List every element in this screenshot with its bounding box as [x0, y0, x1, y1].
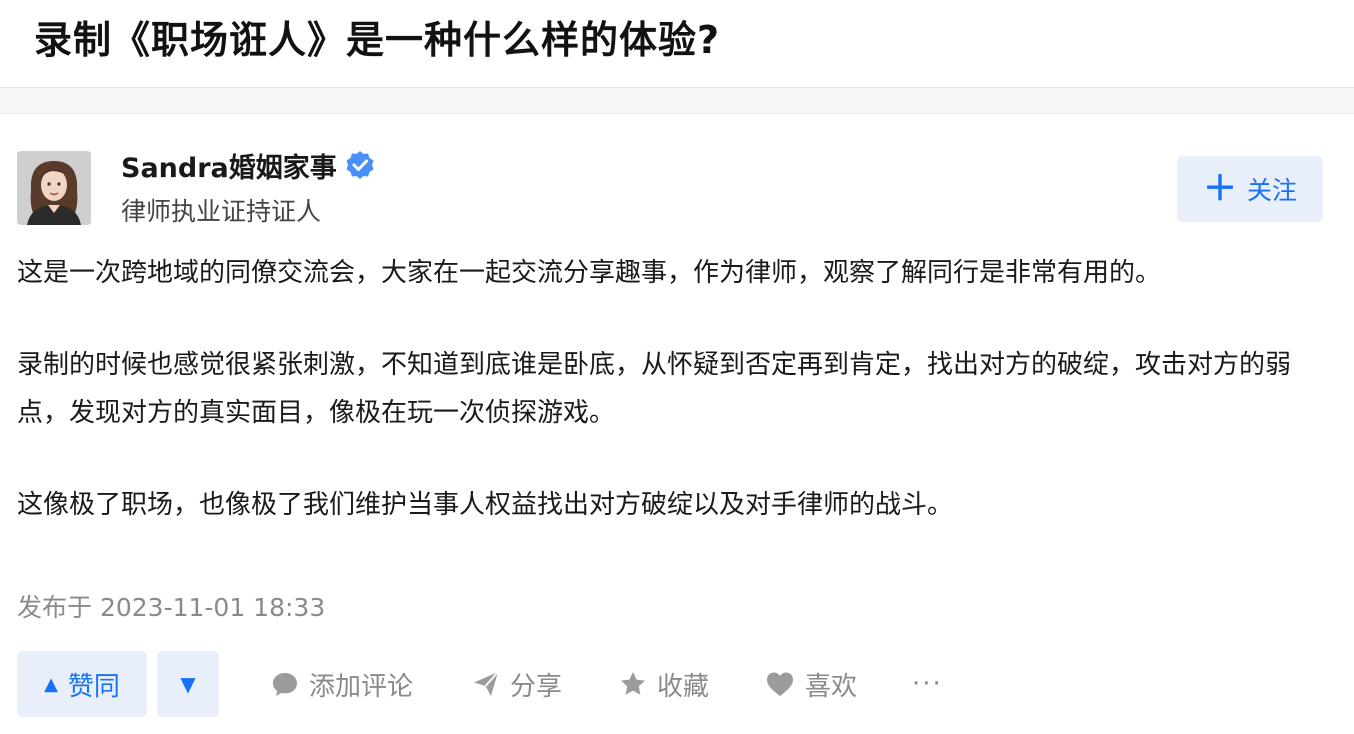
publish-time[interactable]: 发布于 2023-11-01 18:33: [17, 588, 325, 624]
comment-label: 添加评论: [309, 671, 414, 702]
follow-button[interactable]: ＋ 关注: [1177, 156, 1323, 222]
plus-icon: ＋: [1202, 169, 1237, 209]
comment-bubble-icon: [273, 673, 297, 696]
more-dots-icon[interactable]: ···: [912, 651, 943, 717]
verified-badge-icon: [345, 150, 375, 180]
answer-card: Sandra婚姻家事 律师执业证持证人 ＋ 关注 这是一次跨地域的同僚交流会，大…: [0, 113, 1354, 734]
triangle-up-icon: ▲: [44, 673, 58, 695]
answer-paragraph: 录制的时候也感觉很紧张刺激，不知道到底谁是卧底，从怀疑到否定再到肯定，找出对方的…: [17, 350, 1292, 428]
like-label: 喜欢: [805, 671, 858, 702]
vote-up-button[interactable]: ▲ 赞同: [17, 651, 147, 717]
heart-icon: [767, 672, 793, 696]
paper-plane-icon: [474, 671, 499, 696]
author-info: Sandra婚姻家事: [121, 146, 375, 185]
answer-paragraph: 这像极了职场，也像极了我们维护当事人权益找出对方破绽以及对手律师的战斗。: [17, 490, 954, 520]
author-headline: 律师执业证持证人: [121, 197, 322, 226]
author-name[interactable]: Sandra婚姻家事: [121, 146, 337, 185]
author-avatar[interactable]: [17, 151, 91, 225]
answer-paragraph: 这是一次跨地域的同僚交流会，大家在一起交流分享趣事，作为律师，观察了解同行是非常…: [17, 258, 1162, 288]
vote-up-label: 赞同: [67, 671, 120, 702]
star-icon: [621, 672, 645, 695]
share-button[interactable]: 分享: [472, 651, 562, 717]
vote-down-button[interactable]: ▼: [157, 651, 219, 717]
like-button[interactable]: 喜欢: [765, 651, 857, 717]
comment-button[interactable]: 添加评论: [271, 651, 413, 717]
answer-content: 这是一次跨地域的同僚交流会，大家在一起交流分享趣事，作为律师，观察了解同行是非常…: [17, 249, 1322, 529]
question-title[interactable]: 录制《职场诳人》是一种什么样的体验?: [34, 14, 720, 66]
share-label: 分享: [510, 671, 563, 702]
question-header: 录制《职场诳人》是一种什么样的体验?: [0, 0, 1354, 88]
collect-button[interactable]: 收藏: [619, 651, 709, 717]
triangle-down-icon: ▼: [180, 672, 196, 696]
follow-label: 关注: [1246, 176, 1297, 205]
collect-label: 收藏: [657, 671, 710, 702]
